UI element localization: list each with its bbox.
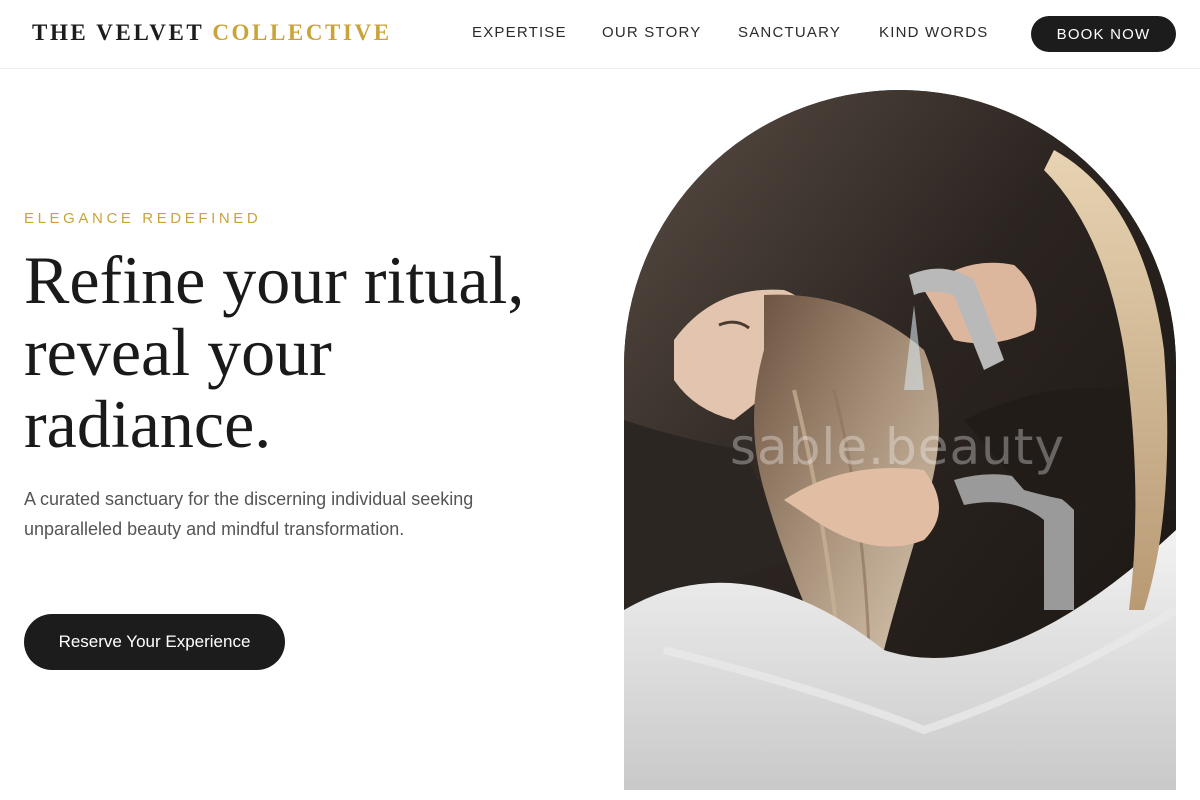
headline-line-2: reveal your xyxy=(24,314,332,390)
nav-link-sanctuary[interactable]: SANCTUARY xyxy=(738,24,841,41)
brand-logo[interactable]: THE VELVET COLLECTIVE xyxy=(32,20,392,46)
book-now-button[interactable]: BOOK NOW xyxy=(1031,16,1176,52)
hero-headline: Refine your ritual, reveal your radiance… xyxy=(24,244,604,460)
image-watermark: sable.beauty xyxy=(730,418,1065,476)
hero-description: A curated sanctuary for the discerning i… xyxy=(24,489,474,539)
logo-text-accent: COLLECTIVE xyxy=(212,20,392,45)
logo-text-primary: THE VELVET xyxy=(32,20,204,45)
headline-line-3: radiance. xyxy=(24,386,272,462)
reserve-experience-button[interactable]: Reserve Your Experience xyxy=(24,614,285,670)
headline-line-1: Refine your ritual, xyxy=(24,242,525,318)
hero-eyebrow: ELEGANCE REDEFINED xyxy=(24,210,262,227)
site-header: THE VELVET COLLECTIVE EXPERTISE OUR STOR… xyxy=(0,0,1200,69)
nav-link-expertise[interactable]: EXPERTISE xyxy=(472,24,567,41)
nav-link-our-story[interactable]: OUR STORY xyxy=(602,24,701,41)
nav-link-kind-words[interactable]: KIND WORDS xyxy=(879,24,989,41)
